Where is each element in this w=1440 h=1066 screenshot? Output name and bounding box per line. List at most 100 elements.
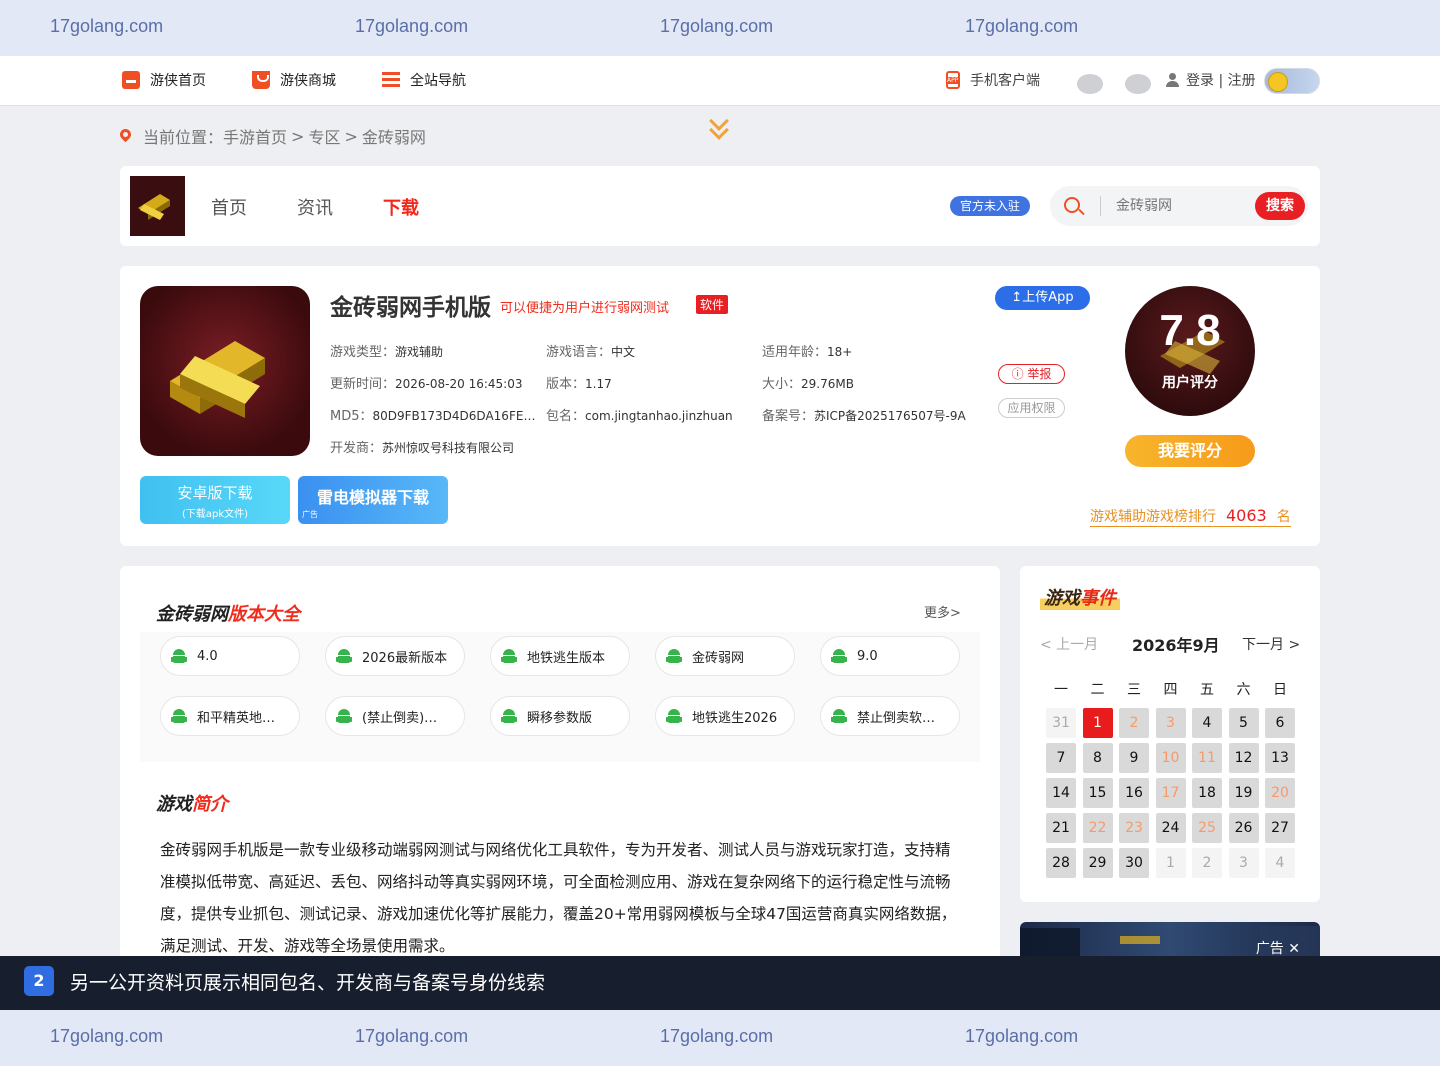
calendar-day[interactable]: 11 [1192,743,1222,773]
calendar-day[interactable]: 24 [1155,813,1186,843]
calendar-day[interactable]: 4 [1192,708,1222,738]
divider [1100,196,1101,216]
breadcrumb-link-mobile-home[interactable]: 手游首页 [223,124,287,148]
search-icon[interactable] [1064,197,1080,213]
version-chip[interactable]: 和平精英地… [160,696,300,736]
ldplayer-download-button[interactable]: 雷电模拟器下载 广告 [298,476,448,524]
mobile-client-link[interactable]: 手机客户端 [946,70,1040,90]
section-title-red: 简介 [192,794,228,815]
theme-toggle[interactable] [1264,68,1320,94]
version-chip[interactable]: 金砖弱网 [655,636,795,676]
version-chip[interactable]: 瞬移参数版 [490,696,630,736]
meta-label: 游戏类型： [330,345,396,360]
calendar-day[interactable]: 13 [1265,743,1295,773]
calendar-day[interactable]: 1 [1155,848,1186,878]
tab-download[interactable]: 下载 [383,194,419,220]
version-chip[interactable]: 9.0 [820,636,960,676]
calendar-day[interactable]: 3 [1228,848,1259,878]
version-label: 9.0 [857,648,878,664]
watermark-text: 17golang.com [355,16,469,36]
calendar-day[interactable]: 27 [1265,813,1295,843]
calendar-day[interactable]: 31 [1046,708,1076,738]
ad-close-label[interactable]: 广告 ✕ [1256,938,1300,956]
calendar-day[interactable]: 26 [1228,813,1259,843]
user-icon [1166,73,1179,87]
tab-home[interactable]: 首页 [211,194,247,220]
calendar-day[interactable]: 25 [1192,813,1222,843]
calendar-day[interactable]: 18 [1192,778,1222,808]
rate-button[interactable]: 我要评分 [1125,435,1255,467]
version-chip[interactable]: 地铁逃生2026 [655,696,795,736]
calendar-day[interactable]: 28 [1046,848,1076,878]
weekday-label: 六 [1236,682,1251,698]
calendar-day[interactable]: 22 [1082,813,1113,843]
calendar-day[interactable]: 20 [1265,778,1295,808]
calendar-day[interactable]: 2 [1192,848,1222,878]
zone-logo[interactable] [130,176,185,236]
version-chip[interactable]: 禁止倒卖软… [820,696,960,736]
breadcrumb-link-current[interactable]: 金砖弱网 [362,124,426,148]
calendar-day[interactable]: 12 [1228,743,1259,773]
calendar-day[interactable]: 5 [1228,708,1259,738]
rank-suffix: 名 [1276,509,1291,525]
android-icon [501,709,517,723]
calendar-day[interactable]: 6 [1265,708,1295,738]
wechat-icon[interactable] [1125,74,1151,94]
calendar-day[interactable]: 17 [1155,778,1186,808]
calendar-day[interactable]: 19 [1228,778,1259,808]
weekday-label: 二 [1090,682,1105,698]
weibo-icon[interactable] [1077,74,1103,94]
next-month-button[interactable]: 下一月 > [1242,634,1300,654]
android-icon [336,709,352,723]
intro-text: 金砖弱网手机版是一款专业级移动端弱网测试与网络优化工具软件，专为开发者、测试人员… [160,841,957,955]
search-input[interactable] [1116,194,1236,218]
intro-section-title: 游戏简介 [156,790,228,816]
calendar-day[interactable]: 9 [1119,743,1149,773]
calendar-day[interactable]: 10 [1155,743,1186,773]
version-chip[interactable]: 2026最新版本 [325,636,465,676]
nav-item-home[interactable]: 游侠首页 [122,70,206,90]
calendar-day[interactable]: 30 [1119,848,1149,878]
official-not-joined-badge[interactable]: 官方未入驻 [950,196,1031,216]
calendar-day[interactable]: 23 [1119,813,1149,843]
category-rank-link[interactable]: 游戏辅助游戏榜排行 4063 名 [1090,506,1291,527]
calendar-day[interactable]: 8 [1082,743,1113,773]
nav-item-site-nav[interactable]: 全站导航 [382,70,466,90]
meta-size: 大小：29.76MB [762,373,982,392]
calendar-day[interactable]: 21 [1046,813,1076,843]
login-register-link[interactable]: 登录 | 注册 [1166,70,1256,90]
notice-bar: 2 另一公开资料页展示相同包名、开发商与备案号身份线索 [0,956,1440,1010]
nav-item-shop[interactable]: 游侠商城 [252,70,336,90]
version-label: 金砖弱网 [692,650,745,666]
android-download-button[interactable]: 安卓版下载 (下载apk文件) [140,476,290,524]
upload-app-button[interactable]: ↥上传App [995,286,1090,310]
calendar-day-today[interactable]: 1 [1082,708,1113,738]
prev-month-button[interactable]: < 上一月 [1040,634,1098,654]
version-chip[interactable]: 地铁逃生版本 [490,636,630,676]
calendar-day[interactable]: 3 [1155,708,1186,738]
ad-banner[interactable]: 广告 ✕ [1020,922,1320,956]
weekday-label: 日 [1273,682,1287,698]
meta-value: 18+ [827,345,853,359]
rank-number: 4063 [1226,506,1267,525]
breadcrumb-link-zone[interactable]: 专区 [308,124,340,148]
calendar-day[interactable]: 7 [1046,743,1076,773]
android-icon [666,649,682,663]
calendar-day[interactable]: 16 [1119,778,1149,808]
double-chevron-down-icon[interactable] [708,111,732,146]
more-versions-link[interactable]: 更多> [924,602,961,621]
upload-icon: ↥ [1011,290,1023,305]
calendar-day[interactable]: 15 [1082,778,1113,808]
search-button[interactable]: 搜索 [1255,192,1305,220]
app-permissions-button[interactable]: 应用权限 [998,398,1065,418]
calendar-day[interactable]: 29 [1082,848,1113,878]
watermark-text: 17golang.com [965,1026,1079,1046]
tab-news[interactable]: 资讯 [297,194,333,220]
calendar-day[interactable]: 14 [1046,778,1076,808]
version-chip[interactable]: 4.0 [160,636,300,676]
version-chip[interactable]: (禁止倒卖)… [325,696,465,736]
calendar-day[interactable]: 4 [1265,848,1295,878]
zone-header-bar: 首页 资讯 下载 官方未入驻 搜索 [120,166,1320,246]
calendar-day[interactable]: 2 [1119,708,1149,738]
report-button[interactable]: ⓘ 举报 [998,364,1065,384]
